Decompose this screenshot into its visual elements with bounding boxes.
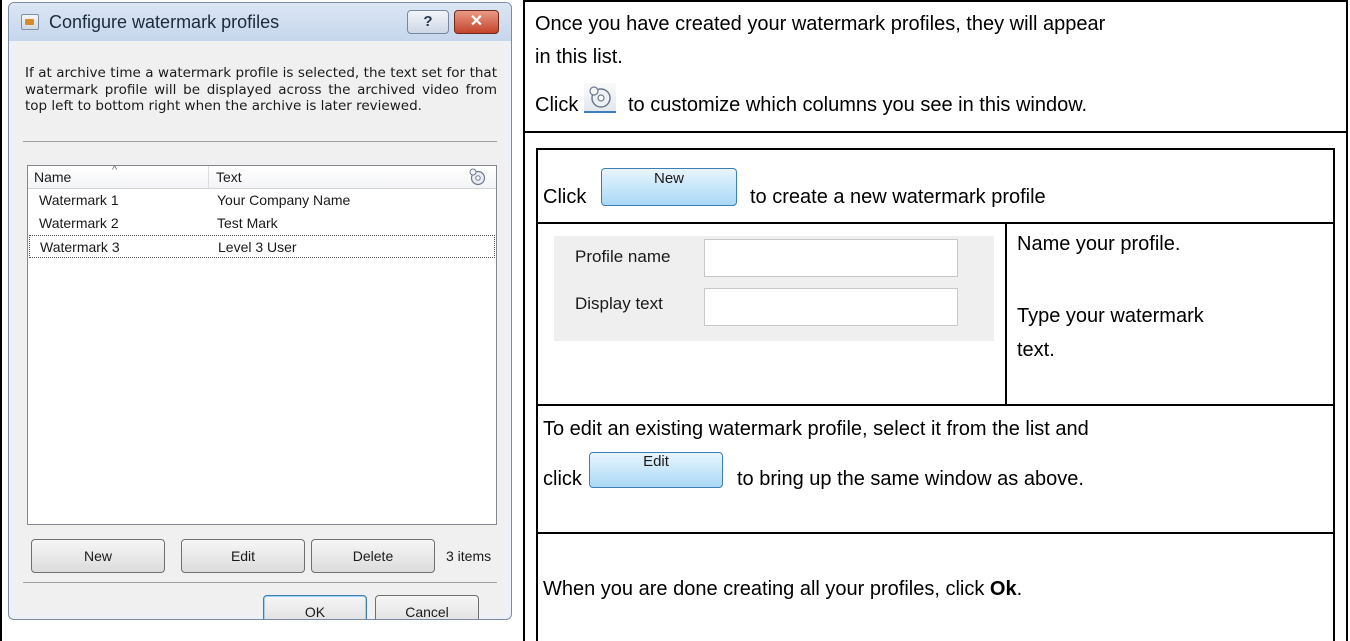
edit-prefix: click	[543, 468, 582, 490]
done-prefix: When you are done creating all your prof…	[543, 578, 985, 600]
inner-row-divider-3	[536, 532, 1335, 534]
done-suffix: .	[1016, 578, 1023, 600]
dialog-description: If at archive time a watermark profile i…	[25, 65, 497, 114]
row-name: Watermark 2	[39, 215, 119, 231]
new-button-illustration: New	[601, 168, 737, 206]
list-row-selected[interactable]: Watermark 3 Level 3 User	[29, 235, 495, 258]
column-header-name[interactable]: Name	[34, 169, 71, 185]
column-settings-gear-icon	[584, 83, 616, 113]
done-instruction: When you are done creating all your prof…	[543, 577, 1022, 601]
row-text: Level 3 User	[218, 239, 297, 255]
new-button-label: New	[653, 170, 684, 187]
table-border-left	[0, 0, 2, 641]
new-suffix: to create a new watermark profile	[750, 186, 1046, 208]
inner-row-divider-1	[536, 222, 1335, 224]
name-profile-hint: Name your profile.	[1017, 233, 1181, 255]
edit-explanation-line1: To edit an existing watermark profile, s…	[543, 418, 1089, 440]
done-ok-emphasis: Ok	[989, 578, 1017, 600]
separator	[23, 141, 497, 142]
customize-suffix: to customize which columns you see in th…	[628, 94, 1088, 116]
table-border-middle	[523, 0, 525, 641]
customize-prefix: Click	[535, 94, 579, 116]
column-header-text[interactable]: Text	[216, 169, 242, 185]
cancel-button[interactable]: Cancel	[375, 595, 479, 619]
configure-watermark-dialog: Configure watermark profiles ? ✕ If at a…	[8, 2, 512, 620]
column-settings-gear-icon[interactable]	[468, 168, 486, 186]
profile-form-illustration: Profile name Display text	[554, 236, 994, 341]
separator	[23, 582, 497, 583]
list-header: Name ^ Text	[28, 164, 496, 189]
close-button[interactable]: ✕	[454, 10, 499, 34]
help-button[interactable]: ?	[407, 10, 449, 34]
display-text-label: Display text	[575, 294, 663, 313]
edit-button-label: Edit	[643, 453, 669, 470]
dialog-title: Configure watermark profiles	[49, 12, 280, 32]
inner-row-divider-2	[536, 404, 1335, 406]
item-count: 3 items	[446, 548, 492, 564]
type-text-hint-line1: Type your watermark	[1017, 305, 1204, 327]
sort-ascending-icon: ^	[112, 164, 118, 176]
row-text: Test Mark	[217, 215, 278, 231]
edit-suffix: to bring up the same window as above.	[737, 468, 1084, 490]
inner-col-divider	[1005, 222, 1007, 405]
list-explanation-line2: in this list.	[535, 46, 623, 68]
row-text: Your Company Name	[217, 192, 351, 208]
list-row[interactable]: Watermark 2 Test Mark	[29, 212, 495, 235]
delete-button[interactable]: Delete	[311, 539, 435, 573]
row-name: Watermark 1	[39, 192, 119, 208]
column-divider[interactable]	[208, 166, 209, 188]
new-prefix: Click	[543, 186, 587, 208]
ok-button[interactable]: OK	[263, 595, 367, 619]
dialog-titlebar: Configure watermark profiles ? ✕	[9, 3, 511, 41]
list-row[interactable]: Watermark 1 Your Company Name	[29, 189, 495, 212]
table-border-right	[1346, 0, 1348, 641]
profile-name-field[interactable]	[704, 239, 958, 277]
inner-table-top	[536, 148, 1335, 150]
edit-button-illustration: Edit	[589, 452, 723, 488]
new-button[interactable]: New	[31, 539, 165, 573]
profile-name-label: Profile name	[575, 247, 671, 266]
row-name: Watermark 3	[40, 239, 120, 255]
dialog-body: If at archive time a watermark profile i…	[15, 41, 505, 619]
display-text-field[interactable]	[704, 288, 958, 326]
list-explanation-line1: Once you have created your watermark pro…	[535, 13, 1106, 35]
dialog-app-icon	[21, 14, 39, 30]
edit-button[interactable]: Edit	[181, 539, 305, 573]
type-text-hint-line2: text.	[1017, 339, 1055, 361]
row-divider	[523, 131, 1348, 133]
watermark-list[interactable]: Name ^ Text Watermark 1 Your Company Nam…	[27, 164, 497, 525]
table-border-top	[523, 0, 1348, 2]
